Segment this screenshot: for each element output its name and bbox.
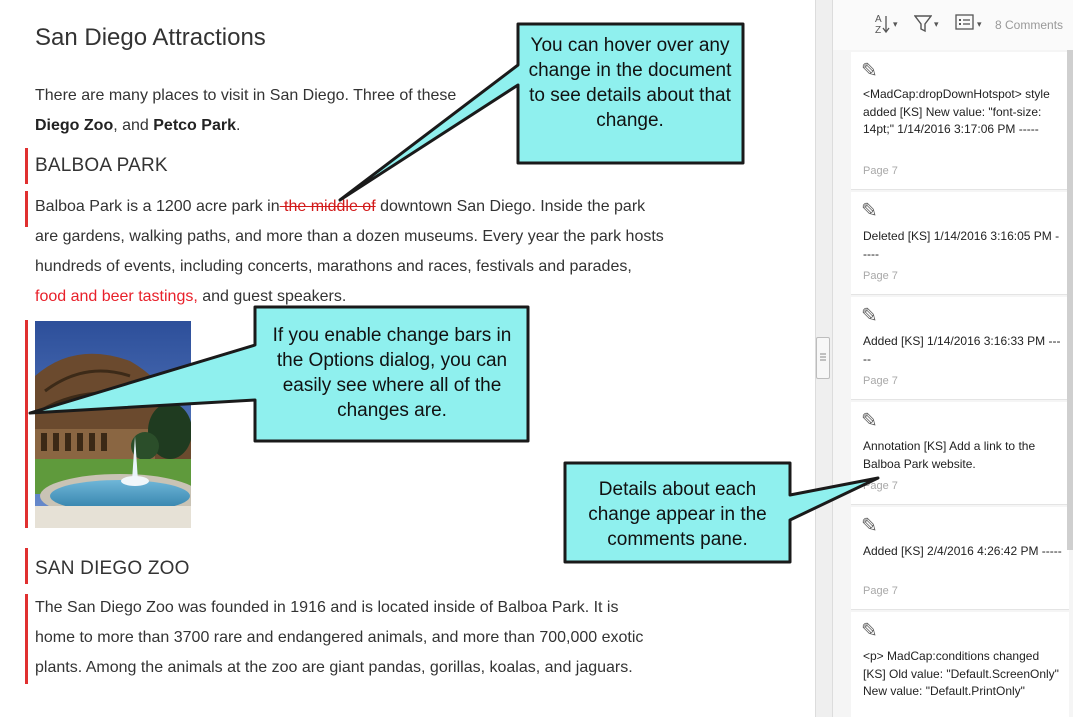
- filter-chevron-down-icon[interactable]: ▾: [934, 19, 939, 30]
- comment-page: Page 7: [863, 165, 898, 177]
- comments-toolbar: A Z ▾ ▾ ▾ 8 Comments: [833, 0, 1073, 50]
- comment-text: Added [KS] 1/14/2016 3:16:33 PM -----: [863, 334, 1061, 366]
- sort-az-icon[interactable]: A Z: [873, 13, 891, 41]
- intro-comma: , and: [113, 117, 154, 134]
- intro-line-2: Diego Zoo, and Petco Park.: [35, 111, 240, 141]
- deleted-text-change[interactable]: the middle of: [280, 198, 376, 215]
- balboa-text: downtown San Diego. Inside the park: [375, 198, 646, 215]
- comment-page: Page 7: [863, 585, 898, 597]
- change-bar: [25, 594, 28, 684]
- comment-page: Page 7: [863, 375, 898, 387]
- inserted-text-change[interactable]: food and beer tastings,: [35, 288, 198, 305]
- comment-count: 8 Comments: [995, 18, 1064, 32]
- balboa-line-1: Balboa Park is a 1200 acre park in the m…: [35, 192, 645, 222]
- comment-card[interactable]: ✎ <p> MadCap:conditions changed [KS] Old…: [851, 612, 1069, 717]
- svg-text:Z: Z: [875, 25, 881, 35]
- comment-text: <p> MadCap:conditions changed [KS] Old v…: [863, 649, 1059, 698]
- intro-zoo: Diego Zoo: [35, 117, 114, 134]
- change-bar: [25, 148, 28, 184]
- intro-line-1: There are many places to visit in San Di…: [35, 81, 456, 111]
- pencil-icon: ✎: [861, 305, 878, 327]
- comment-text: Annotation [KS] Add a link to the Balboa…: [863, 439, 1036, 471]
- comment-card[interactable]: ✎ Annotation [KS] Add a link to the Balb…: [851, 402, 1069, 505]
- intro-text: There are many places to visit in San Di…: [35, 87, 457, 104]
- change-bar: [25, 320, 28, 528]
- document-title: San Diego Attractions: [35, 24, 266, 51]
- balboa-line-2: are gardens, walking paths, and more tha…: [35, 228, 664, 245]
- filter-icon[interactable]: [913, 13, 933, 39]
- balboa-text: Balboa Park is a 1200 acre park in: [35, 198, 280, 215]
- comment-page: Page 7: [863, 270, 898, 282]
- comment-text: Added [KS] 2/4/2016 4:26:42 PM -----: [863, 544, 1062, 558]
- splitter-grip-icon[interactable]: [816, 337, 830, 379]
- comment-text: Deleted [KS] 1/14/2016 3:16:05 PM -----: [863, 229, 1060, 261]
- comment-text: <MadCap:dropDownHotspot> style added [KS…: [863, 87, 1050, 136]
- zoo-line-1: The San Diego Zoo was founded in 1916 an…: [35, 599, 619, 616]
- grip-lines-icon: [820, 353, 826, 361]
- list-view-icon[interactable]: [955, 13, 975, 37]
- comment-page: Page 7: [863, 480, 898, 492]
- comments-pane: A Z ▾ ▾ ▾ 8 Comments ✎ <MadCap:dropDownH…: [833, 0, 1073, 717]
- zoo-line-3: plants. Among the animals at the zoo are…: [35, 659, 633, 676]
- change-bar: [25, 191, 28, 227]
- comment-card[interactable]: ✎ <MadCap:dropDownHotspot> style added […: [851, 52, 1069, 190]
- zoo-line-2: home to more than 3700 rare and endanger…: [35, 629, 644, 646]
- pencil-icon: ✎: [861, 410, 878, 432]
- balboa-park-photo-image: [35, 321, 191, 528]
- comments-scrollbar[interactable]: [1067, 50, 1073, 550]
- balboa-text: and guest speakers.: [197, 288, 347, 305]
- view-chevron-down-icon[interactable]: ▾: [977, 19, 982, 30]
- balboa-line-3: hundreds of events, including concerts, …: [35, 258, 632, 275]
- document-pane[interactable]: San Diego Attractions There are many pla…: [0, 0, 815, 717]
- change-bar: [25, 548, 28, 584]
- pencil-icon: ✎: [861, 200, 878, 222]
- heading-san-diego-zoo: SAN DIEGO ZOO: [35, 558, 190, 579]
- balboa-park-photo[interactable]: [35, 321, 191, 528]
- balboa-line-4: food and beer tastings, and guest speake…: [35, 282, 346, 312]
- intro-period: .: [235, 117, 241, 134]
- pencil-icon: ✎: [861, 515, 878, 537]
- comment-card[interactable]: ✎ Added [KS] 1/14/2016 3:16:33 PM ----- …: [851, 297, 1069, 400]
- heading-balboa-park: BALBOA PARK: [35, 155, 168, 176]
- pencil-icon: ✎: [861, 620, 878, 642]
- comment-card[interactable]: ✎ Added [KS] 2/4/2016 4:26:42 PM ----- P…: [851, 507, 1069, 610]
- pencil-icon: ✎: [861, 60, 878, 82]
- comment-card[interactable]: ✎ Deleted [KS] 1/14/2016 3:16:05 PM ----…: [851, 192, 1069, 295]
- intro-petco: Petco Park: [153, 117, 236, 134]
- svg-text:A: A: [875, 14, 882, 25]
- sort-chevron-down-icon[interactable]: ▾: [893, 19, 898, 30]
